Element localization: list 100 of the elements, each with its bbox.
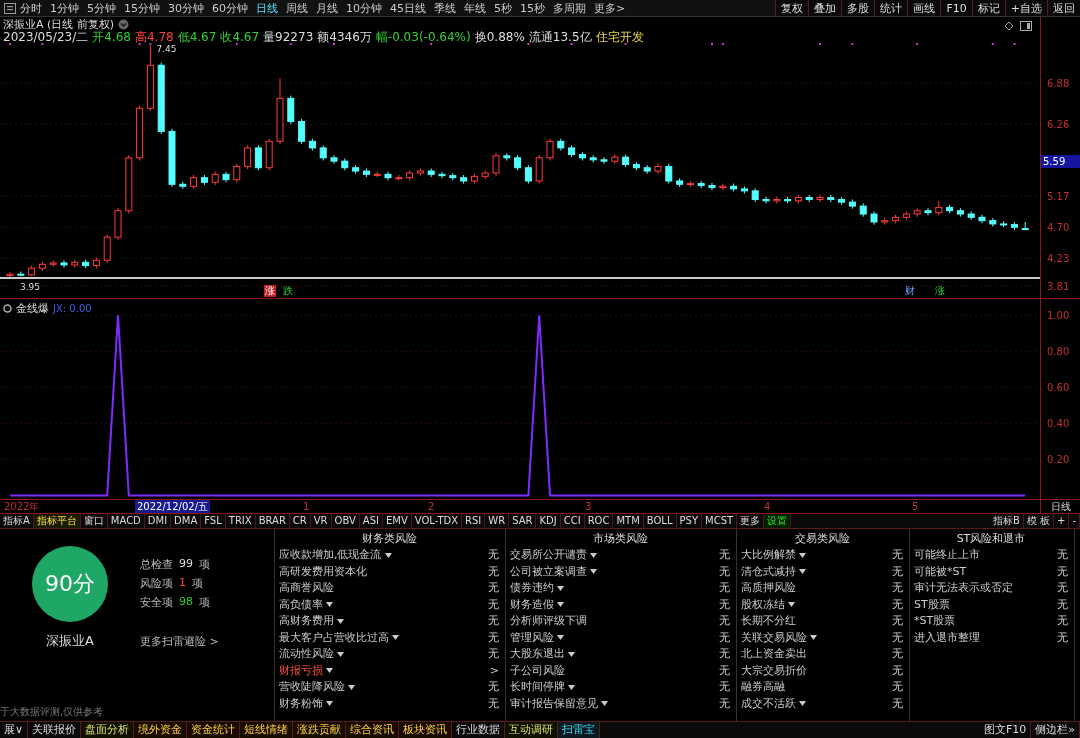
risk-item[interactable]: 应收款增加,低现金流 [279,547,382,564]
risk-item[interactable]: 高研发费用资本化 [279,563,367,580]
risk-item[interactable]: 北上资金卖出 [741,646,807,663]
period-tab[interactable]: 15秒 [520,0,545,16]
period-tab[interactable]: 多周期 [553,0,586,16]
caret-icon[interactable] [326,701,333,707]
period-tab[interactable]: 年线 [464,0,486,16]
period-tab[interactable]: 60分钟 [212,0,248,16]
risk-item[interactable]: 大比例解禁 [741,547,796,564]
toolbar-button[interactable]: 统计 [874,0,908,16]
indicator-tab[interactable]: FSL [201,514,226,528]
caret-icon[interactable] [337,651,344,657]
toolbar-button[interactable]: 多股 [841,0,875,16]
indicator-tab[interactable]: - [1069,514,1080,528]
indicator-tab[interactable]: VOL-TDX [411,514,463,528]
indicator-tab[interactable]: BRAR [255,514,290,528]
indicator-tab[interactable]: ROC [584,514,614,528]
risk-item[interactable]: 交易所公开谴责 [510,547,587,564]
indicator-tab[interactable]: DMI [144,514,172,528]
caret-icon[interactable] [557,585,564,591]
risk-item[interactable]: 大宗交易折价 [741,662,807,679]
indicator-tab[interactable]: BOLL [643,514,677,528]
period-tab[interactable]: 月线 [316,0,338,16]
caret-icon[interactable] [590,552,597,558]
period-tab[interactable]: 45日线 [390,0,426,16]
period-tab[interactable]: 1分钟 [50,0,79,16]
risk-item[interactable]: 可能被*ST [914,563,967,580]
bottom-tab[interactable]: 盘面分析 [81,722,135,738]
side-button[interactable]: 侧边栏» [1031,722,1080,738]
indicator-tab[interactable]: 指标B [989,514,1024,528]
side-button[interactable]: 图文F10 [979,722,1032,738]
indicator-tab[interactable]: KDJ [536,514,561,528]
indicator-tab[interactable]: 模 板 [1023,514,1054,528]
period-tab[interactable]: 30分钟 [168,0,204,16]
toolbar-button[interactable]: 返回 [1047,0,1080,16]
indicator-tab[interactable]: + [1054,514,1070,528]
bottom-tab[interactable]: 资金统计 [187,722,241,738]
risk-item[interactable]: 高负债率 [279,596,323,613]
risk-item[interactable]: 成交不活跃 [741,695,796,712]
risk-item[interactable]: ST股票 [914,596,950,613]
indicator-tab[interactable]: 设置 [764,514,792,528]
toolbar-button[interactable]: 复权 [775,0,809,16]
bottom-tab[interactable]: 综合资讯 [346,722,400,738]
bottom-tab[interactable]: 扫雷宝 [558,722,601,738]
indicator-tab[interactable]: RSI [462,514,486,528]
risk-item[interactable]: 清仓式减持 [741,563,796,580]
period-tab[interactable]: 周线 [286,0,308,16]
indicator-tab[interactable]: MTM [613,514,644,528]
indicator-tab[interactable]: OBV [331,514,360,528]
risk-item[interactable]: 股权冻结 [741,596,785,613]
period-tab[interactable]: 分时 [20,0,42,16]
panel-toggle-icon[interactable] [1020,21,1032,31]
risk-item[interactable]: 高商誉风险 [279,580,334,597]
period-tab[interactable]: 10分钟 [346,0,382,16]
risk-item[interactable]: 子公司风险 [510,662,565,679]
indicator-tab[interactable]: MCST [702,514,738,528]
indicator-tab[interactable]: EMV [383,514,412,528]
period-tab[interactable]: 日线 [256,0,278,16]
dropdown-icon[interactable] [118,19,130,30]
risk-item[interactable]: 债券违约 [510,580,554,597]
toolbar-button[interactable]: F10 [940,0,972,16]
toolbar-button[interactable]: 画线 [907,0,941,16]
period-tab[interactable]: 季线 [434,0,456,16]
caret-icon[interactable] [348,684,355,690]
period-tab[interactable]: 15分钟 [124,0,160,16]
risk-item[interactable]: 最大客户占营收比过高 [279,629,389,646]
risk-item[interactable]: 管理风险 [510,629,554,646]
caret-icon[interactable] [384,552,392,558]
toolbar-button[interactable]: +自选 [1004,0,1047,16]
risk-item[interactable]: 分析师评级下调 [510,613,587,630]
caret-icon[interactable] [799,552,806,558]
indicator-tab[interactable]: DMA [171,514,202,528]
caret-icon[interactable] [392,635,399,641]
bottom-tab[interactable]: 境外资金 [134,722,188,738]
risk-item[interactable]: 进入退市整理 [914,629,980,646]
indicator-tab[interactable]: MACD [107,514,145,528]
risk-item[interactable]: 可能终止上市 [914,547,980,564]
period-tab[interactable]: 5秒 [494,0,512,16]
risk-item[interactable]: 财报亏损 [279,662,323,679]
indicator-tab[interactable]: ASI [359,514,383,528]
risk-item[interactable]: 财务粉饰 [279,695,323,712]
diamond-icon[interactable] [1004,21,1014,31]
event-tag[interactable]: 跌 [282,285,294,297]
caret-icon[interactable] [326,602,333,608]
risk-item[interactable]: 营收陡降风险 [279,679,345,696]
indicator-tab[interactable]: 指标A [0,514,34,528]
bottom-tab[interactable]: 板块资讯 [399,722,453,738]
risk-item[interactable]: 审计报告保留意见 [510,695,598,712]
period-tab[interactable]: 5分钟 [87,0,116,16]
risk-item[interactable]: *ST股票 [914,613,956,630]
caret-icon[interactable] [590,569,597,575]
event-tag[interactable]: 涨 [264,285,276,297]
risk-item[interactable]: 长期不分红 [741,613,796,630]
bottom-tab[interactable]: 涨跌贡献 [293,722,347,738]
indicator-tab[interactable]: VR [310,514,332,528]
more-link[interactable]: 更多扫雷避险 > [140,634,219,649]
risk-item[interactable]: 关联交易风险 [741,629,807,646]
toolbar-button[interactable]: 标记 [971,0,1005,16]
risk-item[interactable]: 公司被立案调查 [510,563,587,580]
period-tab[interactable]: 更多> [594,0,626,16]
